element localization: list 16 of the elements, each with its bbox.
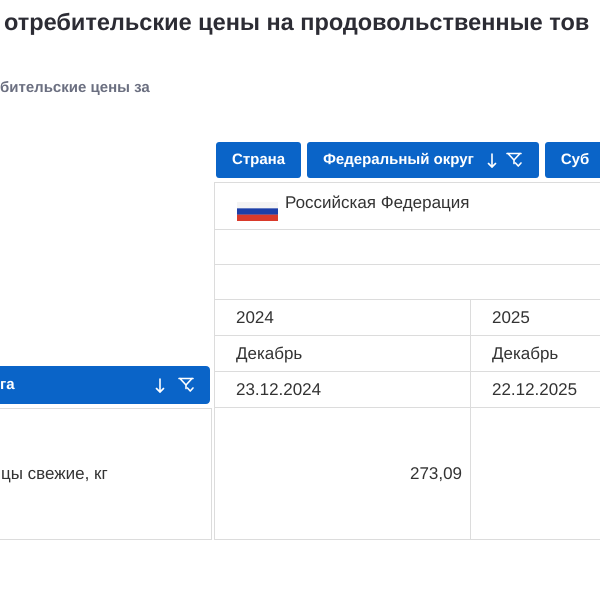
column-filter-button[interactable]: Страна [216, 142, 302, 178]
column-filter-button[interactable]: Суб [544, 142, 600, 178]
table-cell: 2024 [215, 300, 471, 335]
row-header-button[interactable]: га [0, 366, 210, 404]
column-filter-button[interactable]: Федеральный округ [307, 142, 539, 178]
table-cell: 23.12.2024 [215, 372, 471, 407]
row-label-cell: цы свежие, кг [0, 408, 212, 540]
table-cell: Декабрь [215, 336, 471, 371]
country-name: Российская Федерация [285, 192, 470, 214]
page-title: отребительские цены на продовольственные тов [3, 8, 590, 36]
table-cell: 273,09 [215, 408, 471, 539]
page-subtitle: бительские цены за [0, 78, 150, 98]
table-cell: 22.12.2025 [471, 372, 600, 407]
table-cell: 2025 [471, 300, 600, 335]
table-cell: Декабрь [471, 336, 600, 371]
flag-icon [237, 202, 278, 220]
